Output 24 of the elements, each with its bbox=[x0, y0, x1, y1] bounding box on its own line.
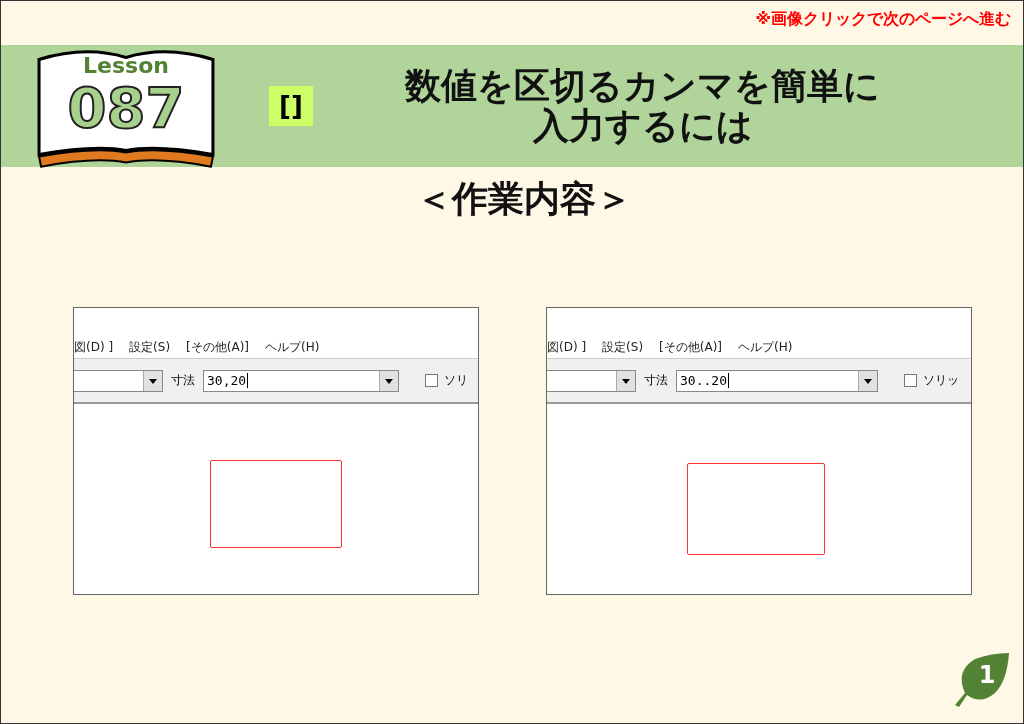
menu-item[interactable]: 設定(S) bbox=[602, 338, 644, 356]
page-number: 1 bbox=[978, 661, 996, 689]
slide-title: 入力するには bbox=[532, 106, 753, 146]
field-label: 寸法 bbox=[644, 372, 668, 389]
checkbox[interactable] bbox=[425, 374, 438, 387]
input-field[interactable]: 30..20 bbox=[676, 369, 878, 392]
menu-item[interactable]: ヘルプ(H) bbox=[738, 338, 793, 356]
checkbox[interactable] bbox=[904, 374, 917, 387]
checkbox-label: ソリッ bbox=[923, 372, 959, 389]
checkbox-label: ソリ bbox=[444, 372, 468, 389]
section-heading: ＜作業内容＞ bbox=[416, 177, 632, 221]
menu-item[interactable]: 図(D) ] bbox=[74, 338, 114, 356]
menu-item[interactable]: 設定(S) bbox=[129, 338, 171, 356]
field-label: 寸法 bbox=[171, 372, 195, 389]
slide-title: 数値を区切るカンマを簡単に bbox=[405, 66, 881, 106]
notice-text: ※画像クリックで次のページへ進む bbox=[755, 9, 1011, 30]
menu-item[interactable]: [その他(A)] bbox=[186, 338, 250, 356]
lesson-label: Lesson bbox=[83, 53, 169, 79]
menu-item[interactable]: 図(D) ] bbox=[547, 338, 587, 356]
lesson-number: 087 bbox=[67, 79, 185, 137]
menu-item[interactable]: ヘルプ(H) bbox=[265, 338, 320, 356]
input-field[interactable]: 30,20 bbox=[203, 369, 399, 392]
tag-label: [] bbox=[269, 86, 313, 126]
menu-item[interactable]: [その他(A)] bbox=[659, 338, 723, 356]
